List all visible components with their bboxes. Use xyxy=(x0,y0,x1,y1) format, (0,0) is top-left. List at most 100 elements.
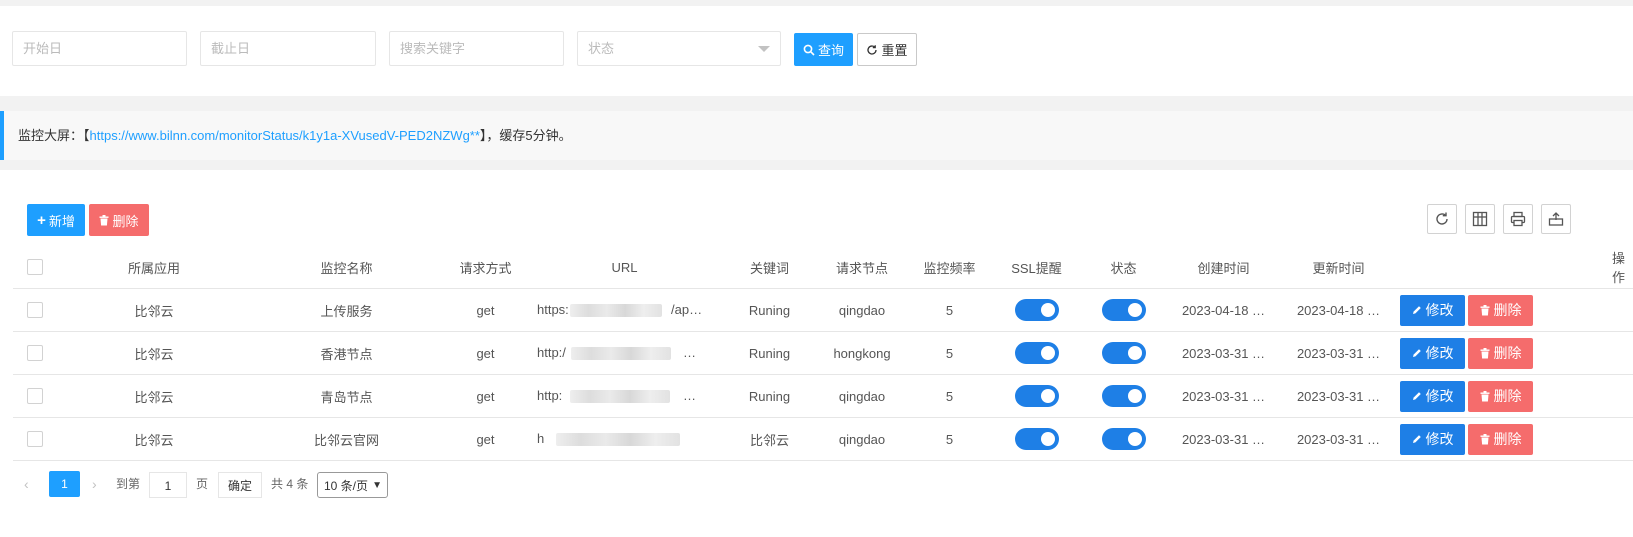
row-select-cell xyxy=(13,374,59,418)
pencil-icon xyxy=(1412,392,1421,400)
url-start: http:/ xyxy=(537,345,566,360)
header-actions: 操作 xyxy=(1396,246,1633,289)
notice-prefix: 监控大屏：【 xyxy=(18,128,90,143)
trash-icon xyxy=(99,214,109,225)
batch-delete-button[interactable]: 删除 xyxy=(89,204,149,236)
delete-button[interactable]: 删除 xyxy=(1468,337,1533,369)
header-method: 请求方式 xyxy=(444,246,527,289)
chevron-down-icon xyxy=(758,46,770,52)
header-app: 所属应用 xyxy=(59,246,249,289)
filter-bar: 开始日 截止日 搜索关键字 状态 查询 重置 xyxy=(0,6,1633,96)
goto-label: 到第 xyxy=(116,477,141,491)
keyword-input[interactable]: 搜索关键字 xyxy=(389,31,564,66)
edit-button[interactable]: 修改 xyxy=(1400,337,1465,369)
cell-node: qingdao xyxy=(817,288,907,332)
cell-created: 2023-03-31 … xyxy=(1166,374,1281,418)
url-end: … xyxy=(683,345,696,360)
cell-keyword: 比邻云 xyxy=(722,417,817,461)
row-select-cell xyxy=(13,331,59,375)
status-toggle[interactable] xyxy=(1101,428,1146,450)
end-date-input[interactable]: 截止日 xyxy=(200,31,376,66)
cell-created: 2023-03-31 … xyxy=(1166,331,1281,375)
delete-button[interactable]: 删除 xyxy=(1468,380,1533,412)
edit-button[interactable]: 修改 xyxy=(1400,380,1465,412)
cell-created: 2023-04-18 … xyxy=(1166,288,1281,332)
cell-url: http:/ … xyxy=(527,331,722,375)
edit-button[interactable]: 修改 xyxy=(1400,294,1465,326)
search-icon xyxy=(803,44,815,56)
cell-ssl xyxy=(992,374,1081,418)
columns-tool[interactable] xyxy=(1465,204,1495,234)
url-redacted xyxy=(570,390,670,403)
ssl-toggle[interactable] xyxy=(1014,428,1059,450)
monitor-url-link[interactable]: https://www.bilnn.com/monitorStatus/k1y1… xyxy=(90,128,480,143)
status-toggle[interactable] xyxy=(1101,342,1146,364)
cell-app: 比邻云 xyxy=(59,374,249,418)
cell-frequency: 5 xyxy=(907,288,992,332)
pencil-icon xyxy=(1412,435,1421,443)
search-button[interactable]: 查询 xyxy=(794,33,853,66)
header-created: 创建时间 xyxy=(1166,246,1281,289)
print-icon xyxy=(1510,211,1526,227)
row-checkbox[interactable] xyxy=(27,302,43,319)
cell-status xyxy=(1081,417,1166,461)
trash-icon xyxy=(1480,347,1489,358)
select-all-cell xyxy=(13,246,59,289)
add-button[interactable]: + 新增 xyxy=(27,204,85,236)
trash-icon xyxy=(1480,304,1489,315)
status-select[interactable]: 状态 xyxy=(577,31,781,66)
table-row: 比邻云 青岛节点 get http: … Runing qingdao 5 2023-03-31… xyxy=(13,374,1633,418)
url-end: … xyxy=(683,388,696,403)
table-header-row: 所属应用 监控名称 请求方式 URL 关键词 请求节点 监控频率 SSL提醒 状… xyxy=(13,246,1633,289)
cell-actions: 修改 删除 xyxy=(1396,288,1633,332)
table-panel: + 新增 删除 所属应用 监控名称 请求方式 URL 关键词 请求节点 监控频率… xyxy=(0,170,1633,537)
edit-button[interactable]: 修改 xyxy=(1400,423,1465,455)
row-checkbox[interactable] xyxy=(27,388,43,405)
monitor-table: 所属应用 监控名称 请求方式 URL 关键词 请求节点 监控频率 SSL提醒 状… xyxy=(13,246,1633,461)
export-tool[interactable] xyxy=(1541,204,1571,234)
select-all-checkbox[interactable] xyxy=(27,259,43,276)
columns-icon xyxy=(1472,211,1488,227)
status-toggle[interactable] xyxy=(1101,299,1146,321)
edit-label: 修改 xyxy=(1425,302,1454,318)
refresh-tool[interactable] xyxy=(1427,204,1457,234)
monitor-notice: 监控大屏：【https://www.bilnn.com/monitorStatu… xyxy=(0,111,1633,160)
reset-button[interactable]: 重置 xyxy=(857,33,917,66)
print-tool[interactable] xyxy=(1503,204,1533,234)
url-redacted xyxy=(571,347,671,360)
goto-page-input[interactable]: 1 xyxy=(149,472,187,498)
cell-url: http:… xyxy=(527,374,722,418)
delete-button[interactable]: 删除 xyxy=(1468,423,1533,455)
url-redacted xyxy=(556,433,680,446)
row-checkbox[interactable] xyxy=(27,345,43,362)
refresh-icon xyxy=(1436,212,1448,225)
cell-updated: 2023-04-18 … xyxy=(1281,288,1396,332)
page-unit-label: 页 xyxy=(196,477,209,491)
ssl-toggle[interactable] xyxy=(1014,299,1059,321)
ssl-toggle[interactable] xyxy=(1014,342,1059,364)
ssl-toggle[interactable] xyxy=(1014,385,1059,407)
goto-confirm-button[interactable]: 确定 xyxy=(218,472,262,498)
status-select-placeholder: 状态 xyxy=(588,41,615,56)
table-row: 比邻云 上传服务 get https: /ap… Runing qingdao 5 2023-0… xyxy=(13,288,1633,332)
cell-frequency: 5 xyxy=(907,374,992,418)
cell-method: get xyxy=(444,331,527,375)
start-date-input[interactable]: 开始日 xyxy=(12,31,187,66)
table-row: 比邻云 比邻云官网 get h 比邻云 qingdao 5 2023-03-31 … 2023-… xyxy=(13,417,1633,461)
prev-page-icon[interactable]: ‹ xyxy=(24,471,29,497)
total-count: 共 4 条 xyxy=(271,477,309,491)
page-1-button[interactable]: 1 xyxy=(49,471,80,497)
cell-actions: 修改 删除 xyxy=(1396,417,1633,461)
status-toggle[interactable] xyxy=(1101,385,1146,407)
cell-node: hongkong xyxy=(817,331,907,375)
delete-button[interactable]: 删除 xyxy=(1468,294,1533,326)
cell-node: qingdao xyxy=(817,417,907,461)
row-checkbox[interactable] xyxy=(27,431,43,448)
cell-actions: 修改 删除 xyxy=(1396,331,1633,375)
cell-name: 香港节点 xyxy=(249,331,444,375)
next-page-icon[interactable]: › xyxy=(92,471,97,497)
header-frequency: 监控频率 xyxy=(907,246,992,289)
page-size-select[interactable]: 10 条/页 ▼ xyxy=(317,472,388,498)
delete-label: 删除 xyxy=(1493,345,1522,361)
header-node: 请求节点 xyxy=(817,246,907,289)
